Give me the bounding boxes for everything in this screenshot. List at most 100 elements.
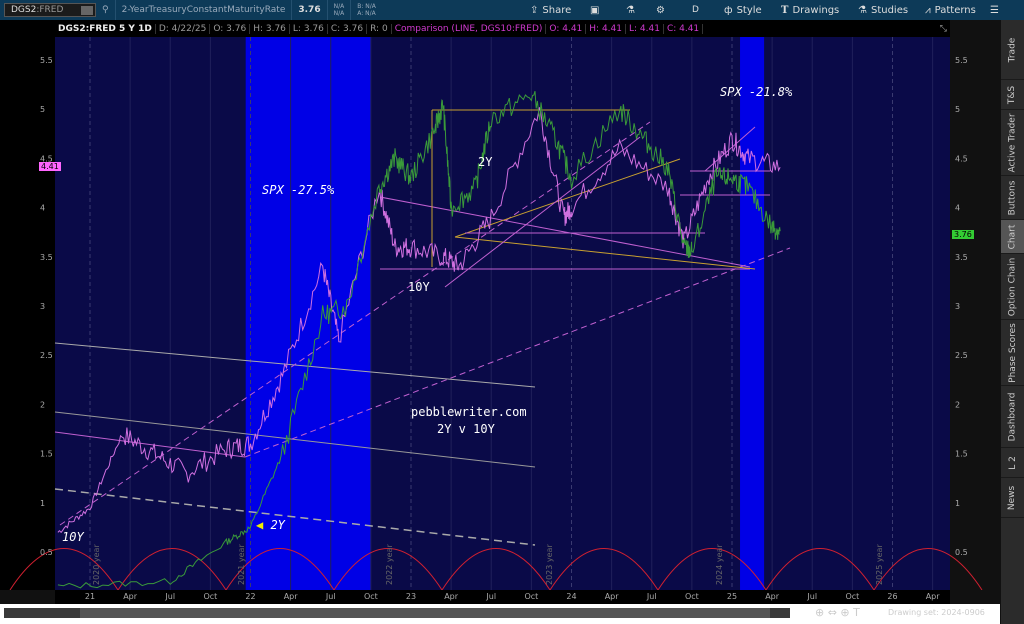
- sidebar-tab-label: Dashboard: [1007, 392, 1018, 441]
- x-tick-label: Jul: [165, 592, 176, 601]
- patterns-label: Patterns: [934, 4, 976, 16]
- y-tick-label-right: 4.5: [955, 154, 968, 163]
- share-icon: ⇪: [530, 4, 539, 16]
- sidebar-tab-option-chain[interactable]: Option Chain: [1001, 254, 1024, 320]
- scrollbar-thumb[interactable]: [80, 608, 770, 618]
- drawing-set-label: Drawing set: 2024-0906: [888, 608, 985, 617]
- zoom-tools-icon[interactable]: ⊕ ⇔ ⊕ T: [815, 606, 860, 619]
- gear-icon[interactable]: ⚙: [656, 0, 665, 20]
- label-2y: 2Y: [478, 155, 493, 169]
- x-tick-label: Apr: [925, 592, 940, 601]
- collapse-icon[interactable]: ⤡: [937, 24, 950, 34]
- y-tick-label-left: 5: [40, 105, 45, 114]
- sidebar-tab-l-2[interactable]: L 2: [1001, 448, 1024, 478]
- sidebar-tab-active-trader[interactable]: Active Trader: [1001, 110, 1024, 176]
- sidebar-tab-label: Active Trader: [1007, 112, 1018, 173]
- x-tick-label: Jul: [646, 592, 657, 601]
- comparison-label: Comparison (LINE, DGS10:FRED): [392, 23, 547, 34]
- y-tick-label-left: 2: [40, 400, 45, 409]
- sidebar-tab-label: Buttons: [1007, 180, 1018, 215]
- header-low: L: 3.76: [290, 23, 328, 34]
- sidebar-tab-label: Trade: [1007, 37, 1018, 62]
- studies-label: Studies: [870, 4, 909, 16]
- x-tick-label: Oct: [203, 592, 218, 601]
- flask-icon[interactable]: ⚗: [626, 0, 635, 20]
- y-tick-label-right: 5: [955, 105, 960, 114]
- chart-title: DGS2:FRED 5 Y 1D: [55, 23, 156, 34]
- chevron-down-icon[interactable]: [81, 5, 93, 15]
- y-tick-label-right: 2.5: [955, 351, 968, 360]
- x-tick-label: 24: [566, 592, 577, 601]
- drawings-button[interactable]: T Drawings: [781, 0, 839, 20]
- year-label: 2021 year: [237, 544, 246, 585]
- y-tick-label-left: 2.5: [40, 351, 53, 360]
- ask: A: N/A: [357, 10, 376, 17]
- comparison-low: L: 4.41: [626, 23, 664, 34]
- patterns-button[interactable]: ⩘ Patterns: [925, 0, 976, 20]
- sidebar-tab-dashboard[interactable]: Dashboard: [1001, 386, 1024, 448]
- label-10y: 10Y: [408, 280, 430, 294]
- footer-bar: ⊕ ⇔ ⊕ T Drawing set: 2024-0906: [0, 604, 1004, 624]
- symbol-selector[interactable]: DGS2:FRED: [4, 3, 96, 17]
- sidebar-tab-label: Option Chain: [1007, 257, 1018, 316]
- link-icon[interactable]: ⚲: [96, 0, 115, 20]
- y-tick-label-left: 1: [40, 499, 45, 508]
- studies-button[interactable]: ⚗ Studies: [858, 0, 908, 20]
- label-10y-left: 10Y: [62, 530, 84, 544]
- arrow-left-icon: ◀: [256, 518, 271, 532]
- sidebar-tab-trade[interactable]: Trade: [1001, 20, 1024, 80]
- style-button[interactable]: ф Style: [724, 0, 762, 20]
- label-2y-arrow-text: 2Y: [270, 518, 285, 532]
- sidebar-tab-news[interactable]: News: [1001, 478, 1024, 518]
- horizontal-scrollbar[interactable]: [4, 608, 790, 618]
- symbol-suffix: :FRED: [36, 5, 64, 15]
- sidebar-tab-chart[interactable]: Chart: [1001, 220, 1024, 254]
- candle-icon: ф: [724, 4, 733, 16]
- x-tick-label: 23: [405, 592, 417, 601]
- sidebar-tab-phase-scores[interactable]: Phase Scores: [1001, 320, 1024, 386]
- y-tick-label-left: 4: [40, 204, 45, 213]
- y-tick-label-left: 1.5: [40, 450, 53, 459]
- sidebar-tab-t-s[interactable]: T&S: [1001, 80, 1024, 110]
- text-icon: T: [781, 4, 789, 16]
- y-tick-label-right: 1.5: [955, 450, 968, 459]
- subtitle-label: 2Y v 10Y: [437, 422, 495, 436]
- x-tick-label: Apr: [283, 592, 298, 601]
- year-label: 2023 year: [545, 544, 554, 585]
- sidebar-tab-buttons[interactable]: Buttons: [1001, 176, 1024, 220]
- timeframe-button[interactable]: D: [692, 0, 699, 20]
- symbol: DGS2: [11, 5, 37, 15]
- change-info: N/A N/A: [326, 0, 351, 20]
- sidebar-tab-label: News: [1007, 485, 1018, 510]
- x-tick-label: Oct: [363, 592, 378, 601]
- x-tick-label: 21: [84, 592, 96, 601]
- y-tick-label-left: 3.5: [40, 253, 53, 262]
- comparison-close: C: 4.41: [664, 23, 704, 34]
- menu-icon[interactable]: ☰: [990, 0, 999, 20]
- x-tick-label: Oct: [524, 592, 539, 601]
- y-tick-label-left: 5.5: [40, 56, 53, 65]
- sidebar-tab-label: Chart: [1007, 224, 1018, 249]
- year-label: 2020 year: [92, 544, 101, 585]
- alert-icon[interactable]: ▣: [590, 0, 599, 20]
- share-button[interactable]: ⇪ Share: [530, 0, 571, 20]
- last-price-value: 3.76: [298, 5, 321, 15]
- toolbar: DGS2:FRED ⚲ 2-YearTreasuryConstantMaturi…: [0, 0, 1024, 20]
- y-tick-label-right: 1: [955, 499, 960, 508]
- header-open: O: 3.76: [210, 23, 251, 34]
- year-label: 2022 year: [385, 544, 394, 585]
- y-tick-label-right: 3.5: [955, 253, 968, 262]
- style-label: Style: [736, 4, 762, 16]
- header-range: R: 0: [367, 23, 392, 34]
- y-tick-label-right: 2: [955, 400, 960, 409]
- flask-icon: ⚗: [858, 4, 867, 16]
- y-tick-label-right: 0.5: [955, 548, 968, 557]
- chart-background: [55, 37, 950, 590]
- right-sidebar: Trade T&S Active Trader Buttons Chart Option …: [1000, 20, 1024, 624]
- drawings-label: Drawings: [792, 4, 840, 16]
- annotation-spx-2025: SPX -21.8%: [720, 85, 793, 99]
- price-chart[interactable]: 5.5 5.55 54.5 4.54 43.5 3.53 32.5 2.52 21.5 1.51 1…: [0, 37, 1000, 590]
- sidebar-tab-label: L 2: [1007, 455, 1018, 470]
- x-tick-label: Oct: [845, 592, 860, 601]
- x-tick-label: Apr: [123, 592, 138, 601]
